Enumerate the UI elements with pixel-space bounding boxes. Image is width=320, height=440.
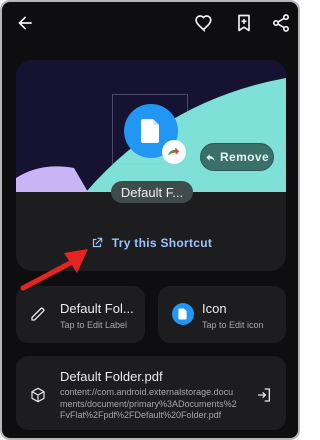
phone-screen: Remove Default F... Try this Shortcut De… [0, 0, 300, 440]
open-in-new-icon [92, 237, 103, 248]
document-icon [172, 303, 194, 325]
app-bar [2, 2, 298, 46]
bookmark-add-icon[interactable] [231, 10, 257, 36]
share-icon[interactable] [268, 10, 294, 36]
document-icon [141, 119, 159, 143]
remove-button-label: Remove [219, 150, 270, 164]
favorite-heart-icon[interactable] [191, 10, 217, 36]
file-name: Default Folder.pdf [60, 369, 163, 384]
pencil-icon [31, 307, 45, 321]
target-file-card[interactable]: Default Folder.pdf content://com.android… [16, 356, 286, 430]
label-tile-subtitle: Tap to Edit Label [60, 320, 128, 330]
icon-tile-subtitle: Tap to Edit icon [202, 320, 264, 330]
open-in-icon[interactable] [255, 386, 273, 404]
shortcut-preview-area: Remove [16, 60, 286, 192]
drive-share-icon [162, 140, 186, 164]
cube-icon [31, 387, 45, 403]
try-shortcut-label: Try this Shortcut [111, 236, 213, 250]
shortcut-preview-card: Remove Default F... Try this Shortcut [16, 60, 286, 271]
try-shortcut-button[interactable]: Try this Shortcut [16, 228, 286, 258]
edit-label-tile[interactable]: Default Fol... Tap to Edit Label [16, 286, 145, 343]
shortcut-name-label: Default F... [111, 181, 193, 203]
remove-button[interactable]: Remove [200, 143, 274, 171]
icon-tile-title: Icon [202, 301, 227, 316]
file-uri: content://com.android.externalstorage.do… [60, 387, 237, 420]
label-tile-title: Default Fol... [60, 301, 134, 316]
undo-arrow-icon [206, 153, 215, 161]
back-arrow-icon[interactable] [12, 10, 38, 36]
edit-icon-tile[interactable]: Icon Tap to Edit icon [158, 286, 286, 343]
